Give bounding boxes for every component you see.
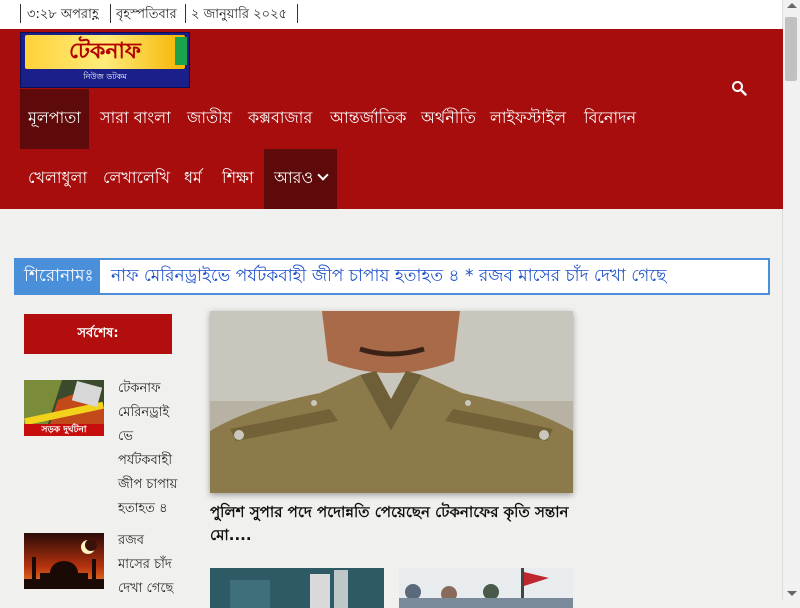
divider: [110, 4, 111, 23]
divider: [185, 4, 186, 23]
logo-title: টেকনাফ: [25, 35, 185, 69]
page-scrollbar[interactable]: [782, 0, 800, 600]
top-info-bar: ৩:২৮ অপরাহ্ণ বৃহস্পতিবার ২ জানুয়ারি ২০২…: [0, 0, 783, 29]
nav-writings[interactable]: লেখালেখি: [95, 149, 178, 209]
latest-item-thumbnail[interactable]: সড়ক দুর্ঘটনা: [24, 380, 104, 436]
nav-economy[interactable]: অর্থনীতি: [413, 89, 484, 149]
scrollbar-thumb[interactable]: [785, 17, 797, 81]
main-story-image[interactable]: [210, 311, 573, 493]
latest-item-title[interactable]: রজব মাসের চাঁদ দেখা গেছে: [118, 529, 178, 601]
current-date: ২ জানুয়ারি ২০২৫: [191, 7, 287, 22]
chevron-down-icon: [317, 169, 329, 181]
moon-mosque-thumbnail-image: [24, 533, 104, 589]
latest-heading: সর্বশেষ:: [24, 314, 172, 354]
nav-education[interactable]: শিক্ষা: [214, 149, 262, 209]
logo-subtitle: নিউজ ডটকম: [83, 72, 127, 81]
headline-ticker[interactable]: নাফ মেরিনড্রাইভে পর্যটকবাহী জীপ চাপায় হ…: [14, 258, 770, 295]
nav-entertainment[interactable]: বিনোদন: [576, 89, 644, 149]
thumbnail-caption: সড়ক দুর্ঘটনা: [41, 425, 87, 435]
nav-lifestyle[interactable]: লাইফস্টাইল: [482, 89, 574, 149]
current-time: ৩:২৮ অপরাহ্ণ: [27, 7, 99, 22]
main-story-title[interactable]: পুলিশ সুপার পদে পদোন্নতি পেয়েছেন টেকনাফ…: [210, 501, 573, 547]
nav-sports[interactable]: খেলাধুলা: [20, 149, 95, 209]
nav-coxsbazar[interactable]: কক্সবাজার: [240, 89, 320, 149]
logo-accent: [175, 37, 187, 65]
latest-item-title[interactable]: টেকনাফ মেরিনড্রাই ভে পর্যটকবাহী জীপ চাপা…: [118, 377, 178, 521]
story-thumbnail[interactable]: [399, 568, 573, 608]
latest-item-thumbnail[interactable]: [24, 533, 104, 589]
nav-more[interactable]: আরও: [264, 149, 338, 209]
divider: [20, 4, 21, 23]
current-day: বৃহস্পতিবার: [116, 7, 177, 22]
story-thumbnail-image: [210, 568, 384, 608]
site-logo[interactable]: টেকনাফ নিউজ ডটকম: [20, 32, 190, 88]
site-header: টেকনাফ নিউজ ডটকম মূলপাতা সারা বাংলা জাতী…: [0, 29, 783, 209]
nav-home[interactable]: মূলপাতা: [20, 89, 89, 149]
ticker-text[interactable]: নাফ মেরিনড্রাইভে পর্যটকবাহী জীপ চাপায় হ…: [111, 260, 666, 293]
scroll-up-arrow-icon[interactable]: [787, 3, 797, 8]
nav-religion[interactable]: ধর্ম: [176, 149, 210, 209]
nav-more-label: আরও: [274, 168, 314, 187]
nav-national[interactable]: জাতীয়: [179, 89, 240, 149]
divider: [297, 4, 298, 23]
nav-international[interactable]: আন্তর্জাতিক: [322, 89, 414, 149]
story-thumbnail-image: [399, 568, 573, 608]
nav-sara-bangla[interactable]: সারা বাংলা: [92, 89, 179, 149]
ticker-label: শিরোনামঃ: [16, 260, 100, 293]
story-thumbnail[interactable]: [210, 568, 384, 608]
search-icon[interactable]: [731, 80, 747, 96]
officer-photo: [210, 311, 573, 493]
scroll-down-arrow-icon[interactable]: [787, 591, 797, 596]
